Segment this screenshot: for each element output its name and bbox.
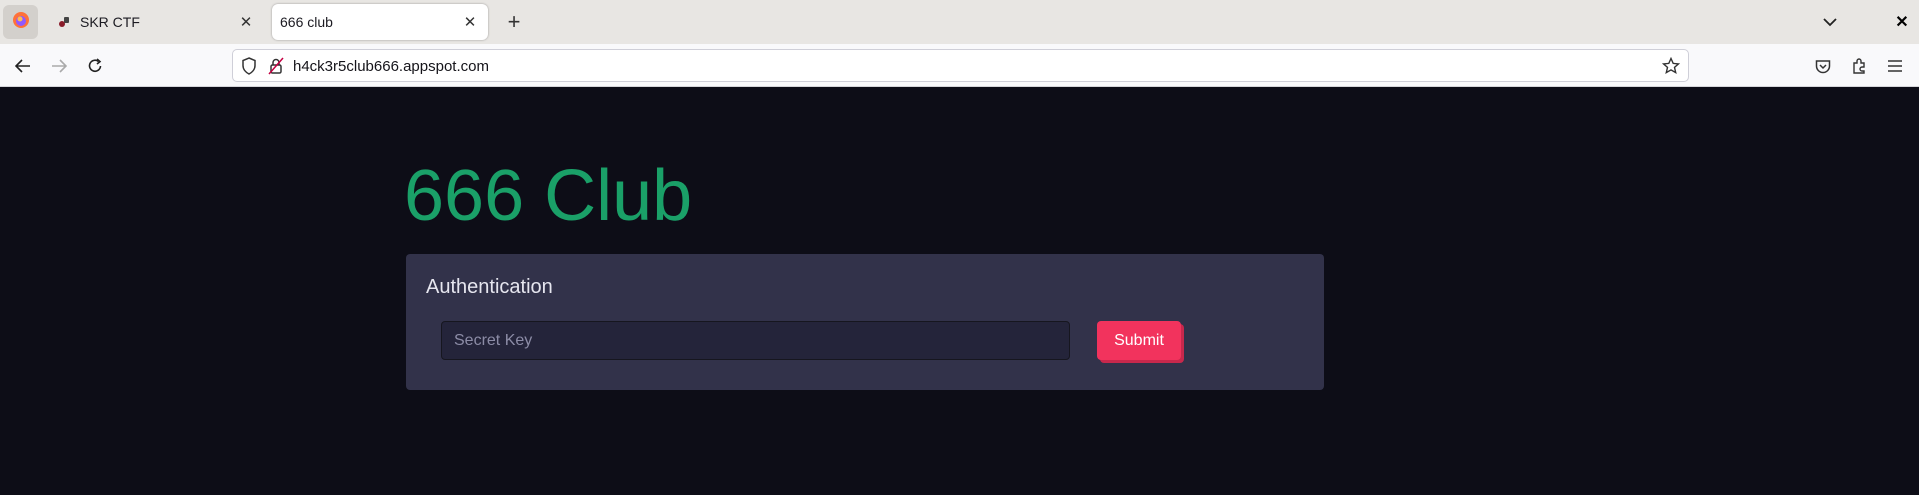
tab-title: 666 club (280, 14, 333, 30)
nav-toolbar: h4ck3r5club666.appspot.com (0, 44, 1919, 87)
url-bar[interactable]: h4ck3r5club666.appspot.com (232, 49, 1689, 82)
reload-icon[interactable] (82, 53, 108, 79)
tab-strip: SKR CTF ✕ 666 club ✕ + ✕ (0, 0, 1919, 44)
url-text[interactable]: h4ck3r5club666.appspot.com (293, 58, 489, 75)
back-arrow-icon[interactable] (10, 53, 36, 79)
firefox-menu-icon (12, 11, 30, 34)
secret-key-input[interactable] (441, 321, 1070, 360)
close-icon[interactable]: ✕ (236, 12, 256, 32)
extensions-icon[interactable] (1846, 53, 1872, 79)
window-close-icon[interactable]: ✕ (1890, 10, 1914, 34)
page-content: 666 Club Authentication Submit (0, 88, 1919, 495)
auth-card: Authentication Submit (406, 254, 1324, 390)
pocket-icon[interactable] (1810, 53, 1836, 79)
plus-icon[interactable]: + (502, 9, 526, 34)
shield-icon[interactable] (241, 57, 257, 80)
tab-666-club[interactable]: 666 club ✕ (272, 4, 488, 40)
tab-title: SKR CTF (80, 14, 140, 30)
page-title: 666 Club (404, 156, 693, 236)
hamburger-menu-icon[interactable] (1882, 53, 1908, 79)
chevron-down-icon[interactable] (1818, 10, 1842, 34)
insecure-lock-icon[interactable] (268, 57, 284, 80)
auth-card-title: Authentication (426, 276, 553, 298)
forward-arrow-icon[interactable] (46, 53, 72, 79)
tab-skr-ctf[interactable]: SKR CTF ✕ (44, 4, 264, 40)
skr-favicon-icon (56, 14, 72, 30)
firefox-view-button[interactable] (3, 5, 38, 39)
submit-button[interactable]: Submit (1097, 321, 1181, 360)
star-icon[interactable] (1661, 56, 1681, 80)
close-icon[interactable]: ✕ (460, 12, 480, 32)
